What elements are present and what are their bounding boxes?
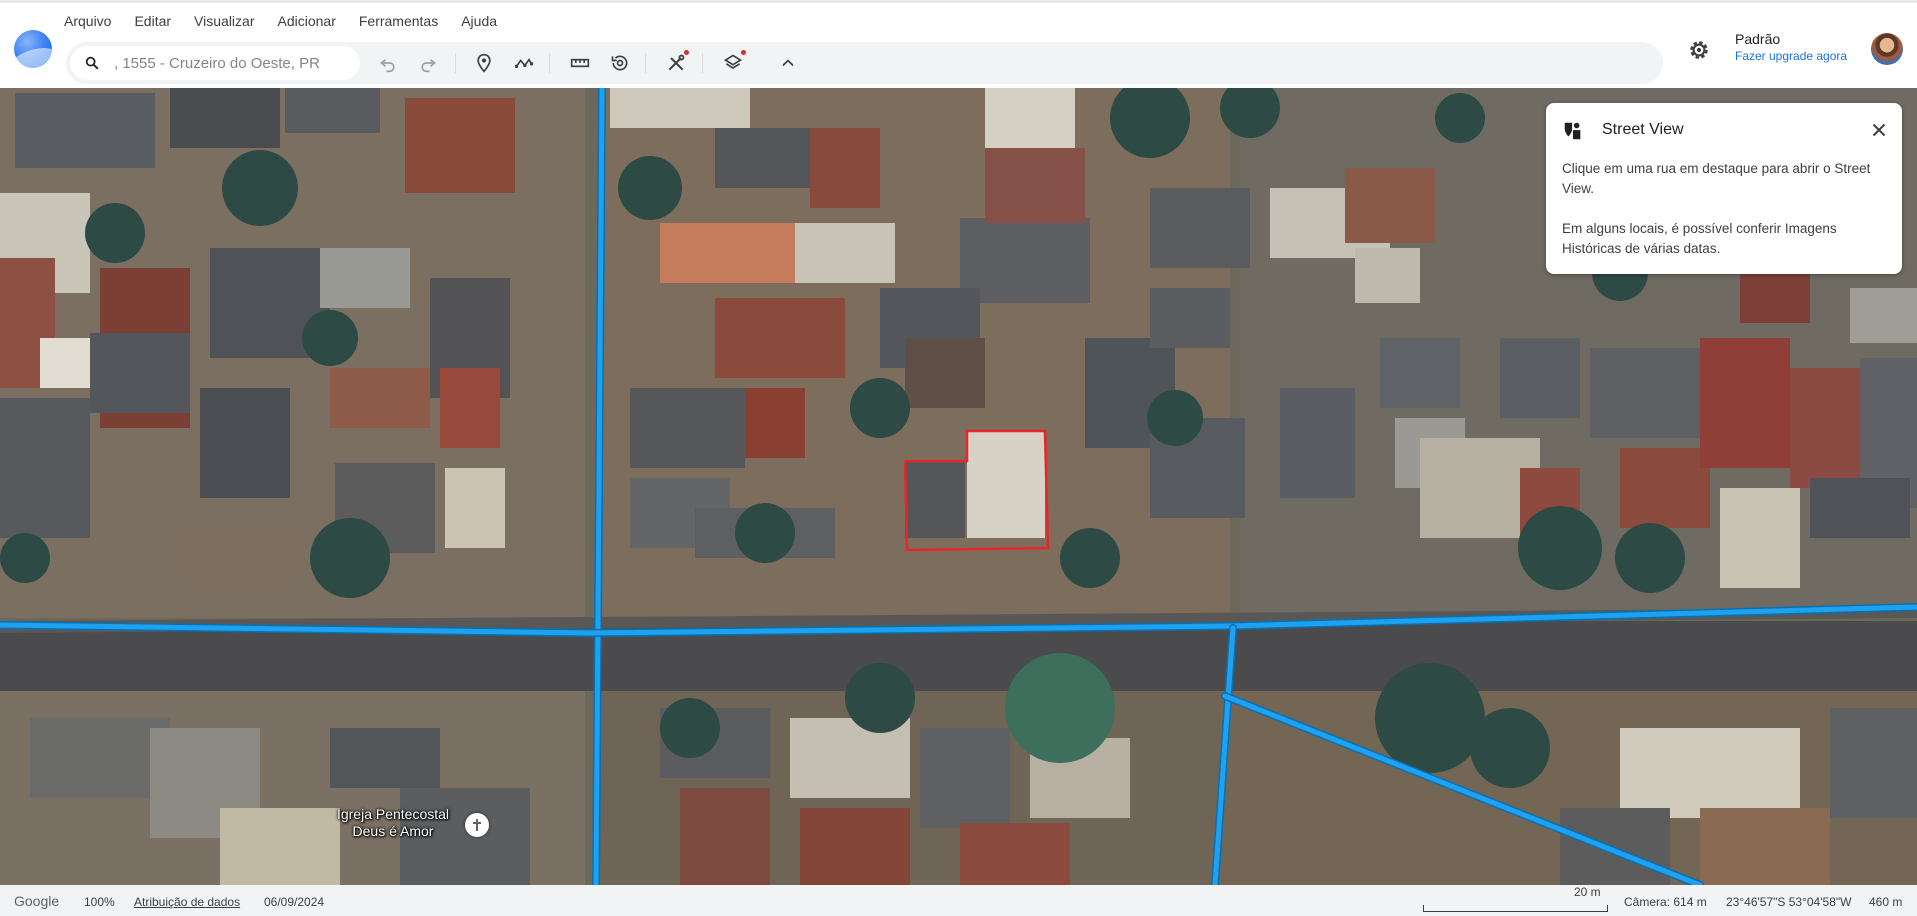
church-cross-icon[interactable] xyxy=(465,813,489,837)
church-label[interactable]: Igreja Pentecostal Deus é Amor xyxy=(328,806,458,840)
toolbar xyxy=(66,42,1663,84)
search-icon[interactable] xyxy=(84,55,100,71)
layers-button[interactable] xyxy=(721,50,746,75)
layers-icon xyxy=(723,54,743,69)
notification-dot xyxy=(684,50,689,55)
path-icon xyxy=(514,58,534,68)
settings-gear-icon[interactable] xyxy=(1686,37,1712,63)
redo-icon xyxy=(421,59,437,73)
menu-bar: Arquivo Editar Visualizar Adicionar Ferr… xyxy=(64,13,520,29)
menu-arquivo[interactable]: Arquivo xyxy=(64,13,120,29)
church-label-line1: Igreja Pentecostal xyxy=(336,806,450,822)
zoom-percent: 100% xyxy=(84,895,115,909)
search-input[interactable] xyxy=(114,46,354,80)
measure-button[interactable] xyxy=(568,51,592,75)
ruler-icon xyxy=(570,58,590,68)
street-view-instructions: Clique em uma rua em destaque para abrir… xyxy=(1562,161,1871,196)
project-tools-button[interactable] xyxy=(664,50,689,75)
elevation: 460 m xyxy=(1869,895,1903,909)
street-view-title: Street View xyxy=(1602,121,1684,138)
toolbar-divider xyxy=(645,53,646,73)
status-bar: Google 100% Atribuição de dados 06/09/20… xyxy=(0,885,1917,916)
undo-button[interactable] xyxy=(376,51,400,75)
menu-editar[interactable]: Editar xyxy=(134,13,180,29)
historical-imagery-icon xyxy=(611,55,628,71)
menu-adicionar[interactable]: Adicionar xyxy=(277,13,344,29)
google-earth-logo[interactable] xyxy=(14,30,52,68)
data-attribution-link[interactable]: Atribuição de dados xyxy=(134,895,240,909)
placemark-icon xyxy=(477,53,491,73)
toolbar-divider xyxy=(455,53,456,73)
scale-label: 20 m xyxy=(1574,885,1601,899)
draw-path-button[interactable] xyxy=(512,51,536,75)
app-header: Arquivo Editar Visualizar Adicionar Ferr… xyxy=(0,0,1917,88)
scale-bar xyxy=(1423,905,1608,912)
close-icon[interactable] xyxy=(1868,119,1890,141)
imagery-date: 06/09/2024 xyxy=(264,895,325,909)
menu-visualizar[interactable]: Visualizar xyxy=(194,13,263,29)
google-brand: Google xyxy=(14,893,60,909)
search-box xyxy=(70,46,360,80)
street-view-icon xyxy=(1564,122,1581,140)
undo-icon xyxy=(379,59,395,73)
street-view-panel: Street View Clique em uma rua em destaqu… xyxy=(1546,103,1902,274)
menu-ajuda[interactable]: Ajuda xyxy=(461,13,506,29)
notification-dot xyxy=(741,50,746,55)
cursor-coordinates: 23°46'57"S 53°04'58"W xyxy=(1726,895,1852,909)
add-placemark-button[interactable] xyxy=(472,51,496,75)
historical-imagery-button[interactable] xyxy=(608,51,632,75)
camera-altitude: Câmera: 614 m xyxy=(1624,895,1707,909)
redo-button[interactable] xyxy=(416,51,440,75)
avatar[interactable] xyxy=(1871,33,1903,65)
street-view-historical-note: Em alguns locais, é possível conferir Im… xyxy=(1562,221,1837,256)
project-tools-icon xyxy=(668,54,685,71)
menu-ferramentas[interactable]: Ferramentas xyxy=(359,13,447,29)
upgrade-link[interactable]: Fazer upgrade agora xyxy=(1735,49,1847,63)
profile-name: Padrão xyxy=(1735,31,1781,47)
toolbar-divider xyxy=(549,53,550,73)
church-label-line2: Deus é Amor xyxy=(352,823,434,839)
chevron-up-icon xyxy=(782,59,794,67)
toolbar-divider xyxy=(702,53,703,73)
collapse-toolbar-button[interactable] xyxy=(776,51,800,75)
